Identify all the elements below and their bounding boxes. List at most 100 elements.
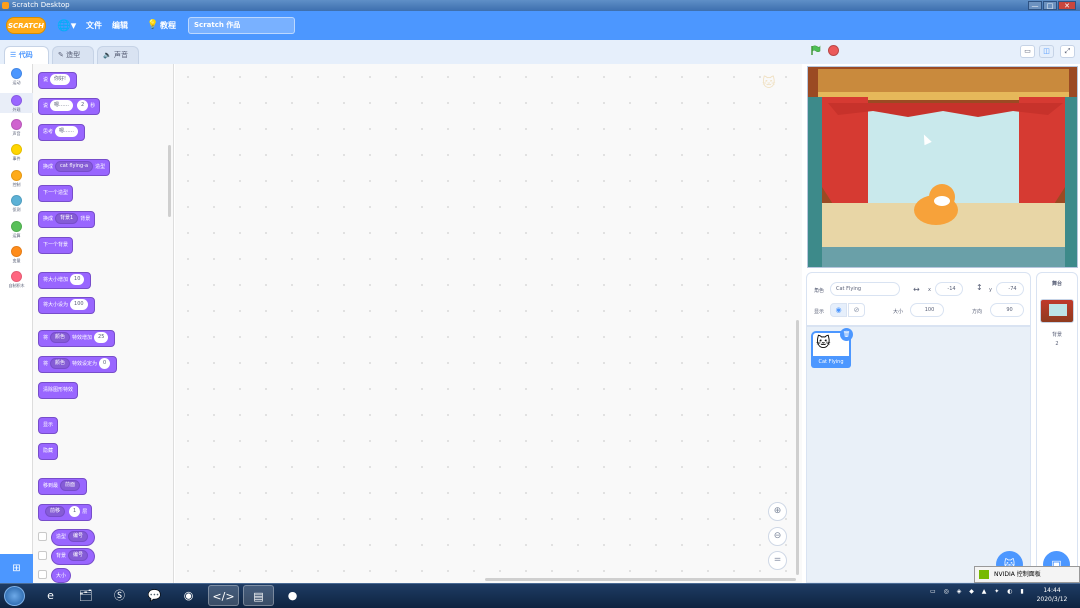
size-input[interactable]: 100 <box>910 303 944 317</box>
block-next-backdrop[interactable]: 下一个背景 <box>38 237 74 254</box>
taskbar-clock[interactable]: 14:44 2020/3/12 <box>1030 586 1074 604</box>
looks-dot-icon <box>11 95 22 106</box>
code-workspace[interactable] <box>175 64 802 583</box>
sprite-watermark-icon: 🐱 <box>762 76 776 91</box>
zoom-out-button[interactable]: ⊖ <box>768 527 787 546</box>
block-say-for-secs[interactable]: 说嗯…… 2 秒 <box>38 98 101 115</box>
cat-sprite-icon: 🐱 <box>816 335 831 351</box>
y-arrows-icon: ↕ <box>976 283 983 292</box>
sensing-dot-icon <box>11 195 22 206</box>
trash-icon[interactable]: 🗑 <box>840 328 853 341</box>
block-think[interactable]: 思考 嗯…… <box>38 124 86 141</box>
scratch-logo[interactable]: SCRATCH <box>6 17 46 34</box>
zoom-reset-button[interactable]: = <box>768 551 787 570</box>
block-set-size[interactable]: 将大小设为 100 <box>38 297 95 314</box>
stage-canvas[interactable] <box>807 66 1078 268</box>
extension-icon: ⊞ <box>12 563 21 574</box>
normal-stage-button[interactable]: ◫ <box>1039 45 1054 58</box>
x-label: x <box>928 287 931 293</box>
y-label: y <box>989 287 992 293</box>
x-arrows-icon: ↔ <box>913 285 920 294</box>
hide-eye-icon[interactable]: ⊘ <box>848 303 865 317</box>
workspace-horizontal-scrollbar[interactable] <box>485 578 796 581</box>
size-checkbox[interactable] <box>38 570 47 579</box>
show-eye-icon[interactable]: ◉ <box>830 303 847 317</box>
tab-sounds[interactable]: 🔈 声音 <box>97 46 139 64</box>
fullscreen-button[interactable]: ⤢ <box>1060 45 1075 58</box>
sound-dot-icon <box>11 119 22 130</box>
block-next-costume[interactable]: 下一个造型 <box>38 185 74 202</box>
block-size[interactable]: 大小 <box>51 568 72 583</box>
small-stage-button[interactable]: ▭ <box>1020 45 1035 58</box>
backdrop-number-checkbox[interactable] <box>38 551 47 560</box>
file-menu[interactable]: 文件 <box>86 19 102 32</box>
project-title-input[interactable]: Scratch 作品 <box>188 17 295 34</box>
category-sensing[interactable]: 侦测 <box>0 195 33 213</box>
globe-icon[interactable]: 🌐▾ <box>57 19 76 32</box>
block-say[interactable]: 说你好! <box>38 72 78 89</box>
category-motion[interactable]: 运动 <box>0 68 33 86</box>
control-dot-icon <box>11 170 22 181</box>
block-set-effect[interactable]: 将颜色 特效设定为 0 <box>38 356 118 373</box>
close-button[interactable]: ✕ <box>1058 1 1076 10</box>
lightbulb-icon[interactable]: 💡 <box>147 19 158 32</box>
category-events[interactable]: 事件 <box>0 144 33 162</box>
green-flag-icon[interactable] <box>810 45 821 56</box>
palette-scrollbar[interactable] <box>168 145 171 217</box>
block-change-effect[interactable]: 将颜色 特效增加 25 <box>38 330 116 347</box>
window-title-bar: Scratch Desktop — □ ✕ <box>0 0 1080 11</box>
tab-costumes[interactable]: ✎ 造型 <box>52 46 94 64</box>
sprite-name-label: 角色 <box>814 288 825 294</box>
stage-title: 舞台 <box>1051 281 1062 287</box>
taskbar-recorder-icon[interactable]: ● <box>277 585 308 606</box>
y-input[interactable]: -74 <box>996 282 1024 296</box>
clock-time: 14:44 <box>1043 587 1061 594</box>
x-input[interactable]: -14 <box>935 282 963 296</box>
block-go-layers[interactable]: 前移 1 层 <box>38 504 93 521</box>
workspace-vertical-scrollbar[interactable] <box>796 320 799 575</box>
category-my-blocks[interactable]: 自制积木 <box>0 271 33 289</box>
sprite-name-input[interactable]: Cat Flying <box>830 282 900 296</box>
block-switch-backdrop[interactable]: 换成 背景1 背景 <box>38 211 96 228</box>
block-change-size[interactable]: 将大小增加 10 <box>38 272 92 289</box>
stop-icon[interactable] <box>828 45 839 56</box>
add-extension-button[interactable]: ⊞ <box>0 554 33 583</box>
costume-number-checkbox[interactable] <box>38 532 47 541</box>
zoom-in-button[interactable]: ⊕ <box>768 502 787 521</box>
tutorials-menu[interactable]: 教程 <box>160 19 176 32</box>
maximize-button[interactable]: □ <box>1043 1 1057 10</box>
block-go-to-layer[interactable]: 移到最 前面 <box>38 478 88 495</box>
block-show[interactable]: 显示 <box>38 417 59 434</box>
taskbar-explorer-icon[interactable]: 🗂 <box>70 585 101 606</box>
block-backdrop-number[interactable]: 背景 编号 <box>51 548 96 565</box>
taskbar-code-editor-icon[interactable]: </> <box>208 585 239 606</box>
block-hide[interactable]: 隐藏 <box>38 443 59 460</box>
category-variables[interactable]: 变量 <box>0 246 33 264</box>
taskbar-ie-icon[interactable]: e <box>35 585 66 606</box>
code-icon: ☰ <box>10 51 19 59</box>
stage-thumbnail[interactable] <box>1040 299 1074 323</box>
variables-dot-icon <box>11 246 22 257</box>
window-title: Scratch Desktop <box>12 1 70 9</box>
taskbar-chrome-icon[interactable]: ◉ <box>173 585 204 606</box>
clock-date: 2020/3/12 <box>1036 596 1068 603</box>
nvidia-tray-popup[interactable]: NVIDIA 控制面板 <box>974 566 1080 583</box>
sprite-info-panel <box>806 272 1031 326</box>
sprite-tile-label: Cat Flying <box>811 356 851 368</box>
taskbar-wechat-icon[interactable]: 💬 <box>139 585 170 606</box>
tab-code[interactable]: ☰ 代码 <box>4 46 49 64</box>
taskbar-scratch-icon[interactable]: ▤ <box>243 585 274 606</box>
edit-menu[interactable]: 编辑 <box>112 19 128 32</box>
block-costume-number[interactable]: 造型 编号 <box>51 529 96 546</box>
block-switch-costume[interactable]: 换成 cat flying-a 造型 <box>38 159 111 176</box>
direction-input[interactable]: 90 <box>990 303 1024 317</box>
category-operators[interactable]: 运算 <box>0 221 33 239</box>
category-sound[interactable]: 声音 <box>0 119 33 137</box>
start-button[interactable] <box>4 586 25 606</box>
category-looks[interactable]: 外观 <box>0 93 33 113</box>
minimize-button[interactable]: — <box>1028 1 1042 10</box>
taskbar-app-s-icon[interactable]: Ⓢ <box>104 585 135 606</box>
system-tray[interactable]: ▭ ◎ ◈ ◆ ▲ ✦ ◐ ▮ <box>930 588 1027 595</box>
block-clear-effects[interactable]: 清除图形特效 <box>38 382 79 399</box>
category-control[interactable]: 控制 <box>0 170 33 188</box>
